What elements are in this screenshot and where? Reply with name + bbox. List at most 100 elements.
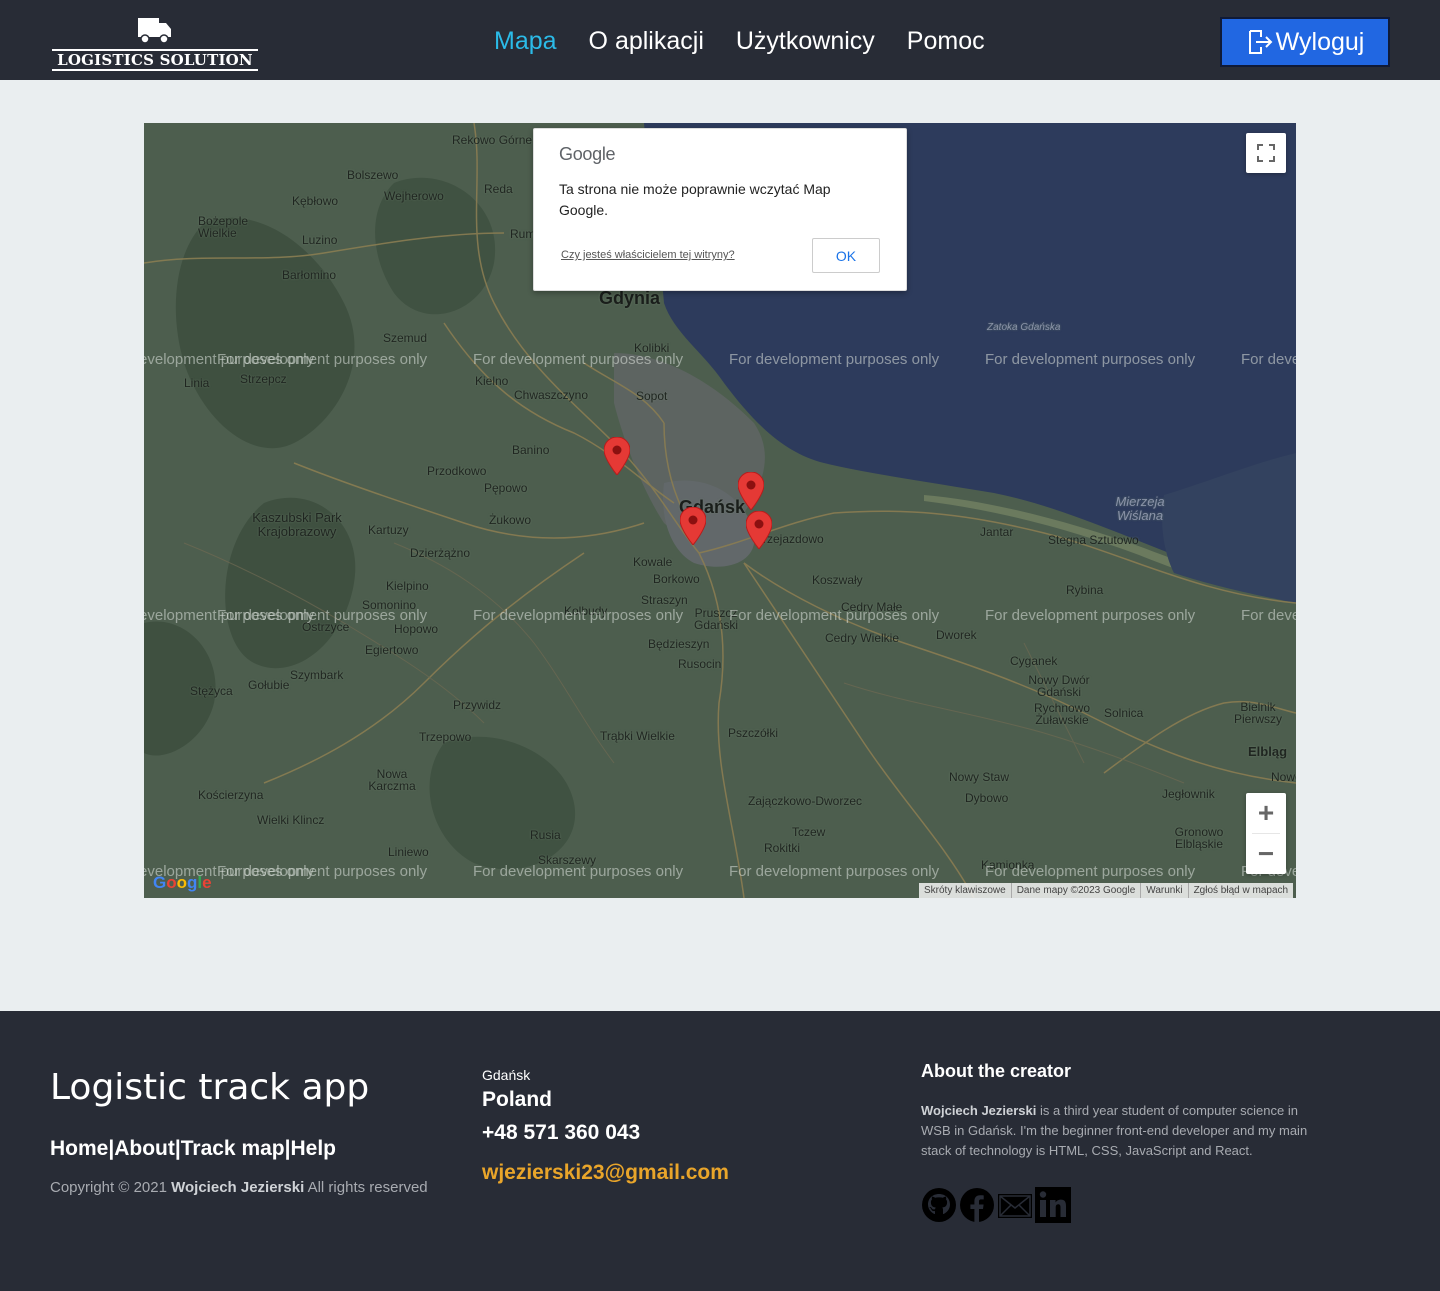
zoom-in-button[interactable]: + — [1246, 793, 1286, 833]
social-links — [921, 1187, 1071, 1223]
map-label: Rokitki — [764, 841, 801, 855]
logout-icon — [1248, 30, 1273, 54]
map-label: Hopowo — [394, 622, 439, 636]
dev-watermark: For development purposes only — [217, 351, 428, 368]
dev-watermark: For development purposes only — [1241, 351, 1296, 368]
map-label: Reda — [484, 182, 513, 196]
map-label: Gołubie — [248, 678, 290, 692]
map-label: Tczew — [792, 825, 826, 839]
map-label: Stężyca — [190, 684, 233, 698]
map-data-text: Dane mapy ©2023 Google — [1010, 883, 1141, 898]
footer-links[interactable]: Home|About|Track map|Help — [50, 1137, 336, 1161]
map-label-city: Gdynia — [599, 288, 661, 308]
report-error-link[interactable]: Zgłoś błąd w mapach — [1187, 883, 1294, 898]
map-label: Dworek — [936, 628, 977, 642]
map-label: Przywidz — [453, 698, 502, 712]
footer-city: Gdańsk — [482, 1067, 531, 1083]
map-marker[interactable] — [680, 507, 706, 545]
map-label: Egiertowo — [365, 643, 419, 657]
map-label: Linia — [184, 376, 210, 390]
map-label: Szymbark — [290, 668, 344, 682]
map-label: Wielki Klincz — [257, 813, 325, 827]
map-label: Kowale — [633, 555, 673, 569]
map-label: Rusia — [530, 828, 561, 842]
dev-watermark: For development purposes only — [217, 863, 428, 880]
fullscreen-button[interactable] — [1246, 133, 1286, 173]
map-marker[interactable] — [738, 472, 764, 510]
nav-link-uzytkownicy[interactable]: Użytkownicy — [736, 24, 875, 58]
map-label: Przodkowo — [427, 464, 487, 478]
minus-icon: − — [1257, 838, 1275, 869]
logo[interactable]: LOGISTICS SOLUTION — [52, 16, 258, 72]
map-label: Solnica — [1104, 706, 1144, 720]
map-label: Będzieszyn — [648, 637, 710, 651]
map-label: Kościerzyna — [198, 788, 264, 802]
dev-watermark: For development purposes only — [985, 351, 1196, 368]
map-label: Trzepowo — [419, 730, 472, 744]
dialog-message: Ta strona nie może poprawnie wczytać Map… — [559, 181, 831, 218]
map-marker[interactable] — [604, 437, 630, 475]
map-label: Koszwały — [812, 573, 863, 587]
map-label: Nowy Staw — [949, 770, 1010, 784]
dev-watermark: For development purposes only — [729, 863, 940, 880]
map-label-sea: Mierzeja Wiślana — [1115, 494, 1165, 523]
map-label: Bielnik Pierwszy — [1233, 700, 1282, 726]
map-label: Sopot — [636, 389, 668, 403]
map-label: Trąbki Wielkie — [600, 729, 675, 743]
zoom-out-button[interactable]: − — [1246, 834, 1286, 874]
map-marker[interactable] — [746, 511, 772, 549]
map-label: Stegna Sztutowo — [1048, 533, 1139, 547]
map-label: Bolszewo — [347, 168, 399, 182]
footer-country: Poland — [482, 1088, 553, 1111]
map-label: Kaszubski Park Krajobrazowy — [252, 510, 342, 539]
map-label: Rusocin — [678, 657, 722, 671]
top-navbar: LOGISTICS SOLUTION Mapa O aplikacji Użyt… — [0, 0, 1440, 80]
google-logo[interactable]: Google — [153, 873, 212, 893]
zoom-control: + − — [1246, 793, 1286, 874]
map-label: Nowe Pole — [1271, 770, 1296, 784]
map-attribution: Skróty klawiszowe Dane mapy ©2023 Google… — [919, 883, 1294, 898]
copyright: Copyright © 2021 Wojciech Jezierski All … — [50, 1179, 428, 1196]
map-label: Jantar — [980, 525, 1014, 539]
map-label: Barłomino — [282, 268, 337, 282]
map-label: Elbląg — [1248, 744, 1288, 759]
map-label: Gronowo Elbląskie — [1174, 825, 1224, 851]
logo-text: LOGISTICS SOLUTION — [52, 49, 258, 71]
footer-email-link[interactable]: wjezierski23@gmail.com — [482, 1161, 729, 1185]
map-label: Rybina — [1066, 583, 1104, 597]
nav-link-o-aplikacji[interactable]: O aplikacji — [589, 24, 704, 58]
dev-watermark: For development purposes only — [985, 607, 1196, 624]
logout-button[interactable]: Wyloguj — [1220, 17, 1390, 67]
dev-watermark: For development purposes only — [473, 351, 684, 368]
dialog-google-brand: Google — [559, 144, 616, 164]
map-label: Rychnowo Żuławskie — [1033, 701, 1091, 727]
facebook-icon[interactable] — [959, 1187, 995, 1223]
dialog-ok-button[interactable]: OK — [812, 238, 880, 273]
main-nav: Mapa O aplikacji Użytkownicy Pomoc — [494, 24, 985, 58]
dev-watermark: For development purposes only — [729, 351, 940, 368]
terms-link[interactable]: Warunki — [1140, 883, 1187, 898]
map-label: Wejherowo — [384, 189, 444, 203]
map-label: Liniewo — [388, 845, 429, 859]
copyright-author: Wojciech Jezierski — [171, 1179, 305, 1196]
dev-watermark: For development purposes only — [985, 863, 1196, 880]
truck-icon — [138, 18, 171, 44]
github-icon[interactable] — [921, 1187, 957, 1223]
about-author: Wojciech Jezierski — [921, 1103, 1037, 1118]
map-label: Pszczółki — [728, 726, 779, 740]
map-label: Rum — [510, 227, 536, 241]
mail-icon[interactable] — [997, 1187, 1033, 1223]
map-label: Dybowo — [965, 791, 1009, 805]
linkedin-icon[interactable] — [1035, 1187, 1071, 1223]
map-label: Borkowo — [653, 572, 700, 586]
nav-link-mapa[interactable]: Mapa — [494, 24, 557, 58]
site-owner-link[interactable]: Czy jesteś właścicielem tej witryny? — [561, 249, 735, 261]
nav-link-pomoc[interactable]: Pomoc — [907, 24, 985, 58]
map-label: Banino — [512, 443, 550, 457]
map-label: Cyganek — [1010, 654, 1058, 668]
map-error-dialog: Google Ta strona nie może poprawnie wczy… — [533, 128, 907, 291]
map-label-sea: Zatoka Gdańska — [987, 322, 1061, 333]
keyboard-shortcuts-link[interactable]: Skróty klawiszowe — [919, 883, 1011, 898]
about-text: Wojciech Jezierski is a third year stude… — [921, 1103, 1308, 1158]
dev-watermark: For development purposes only — [729, 607, 940, 624]
